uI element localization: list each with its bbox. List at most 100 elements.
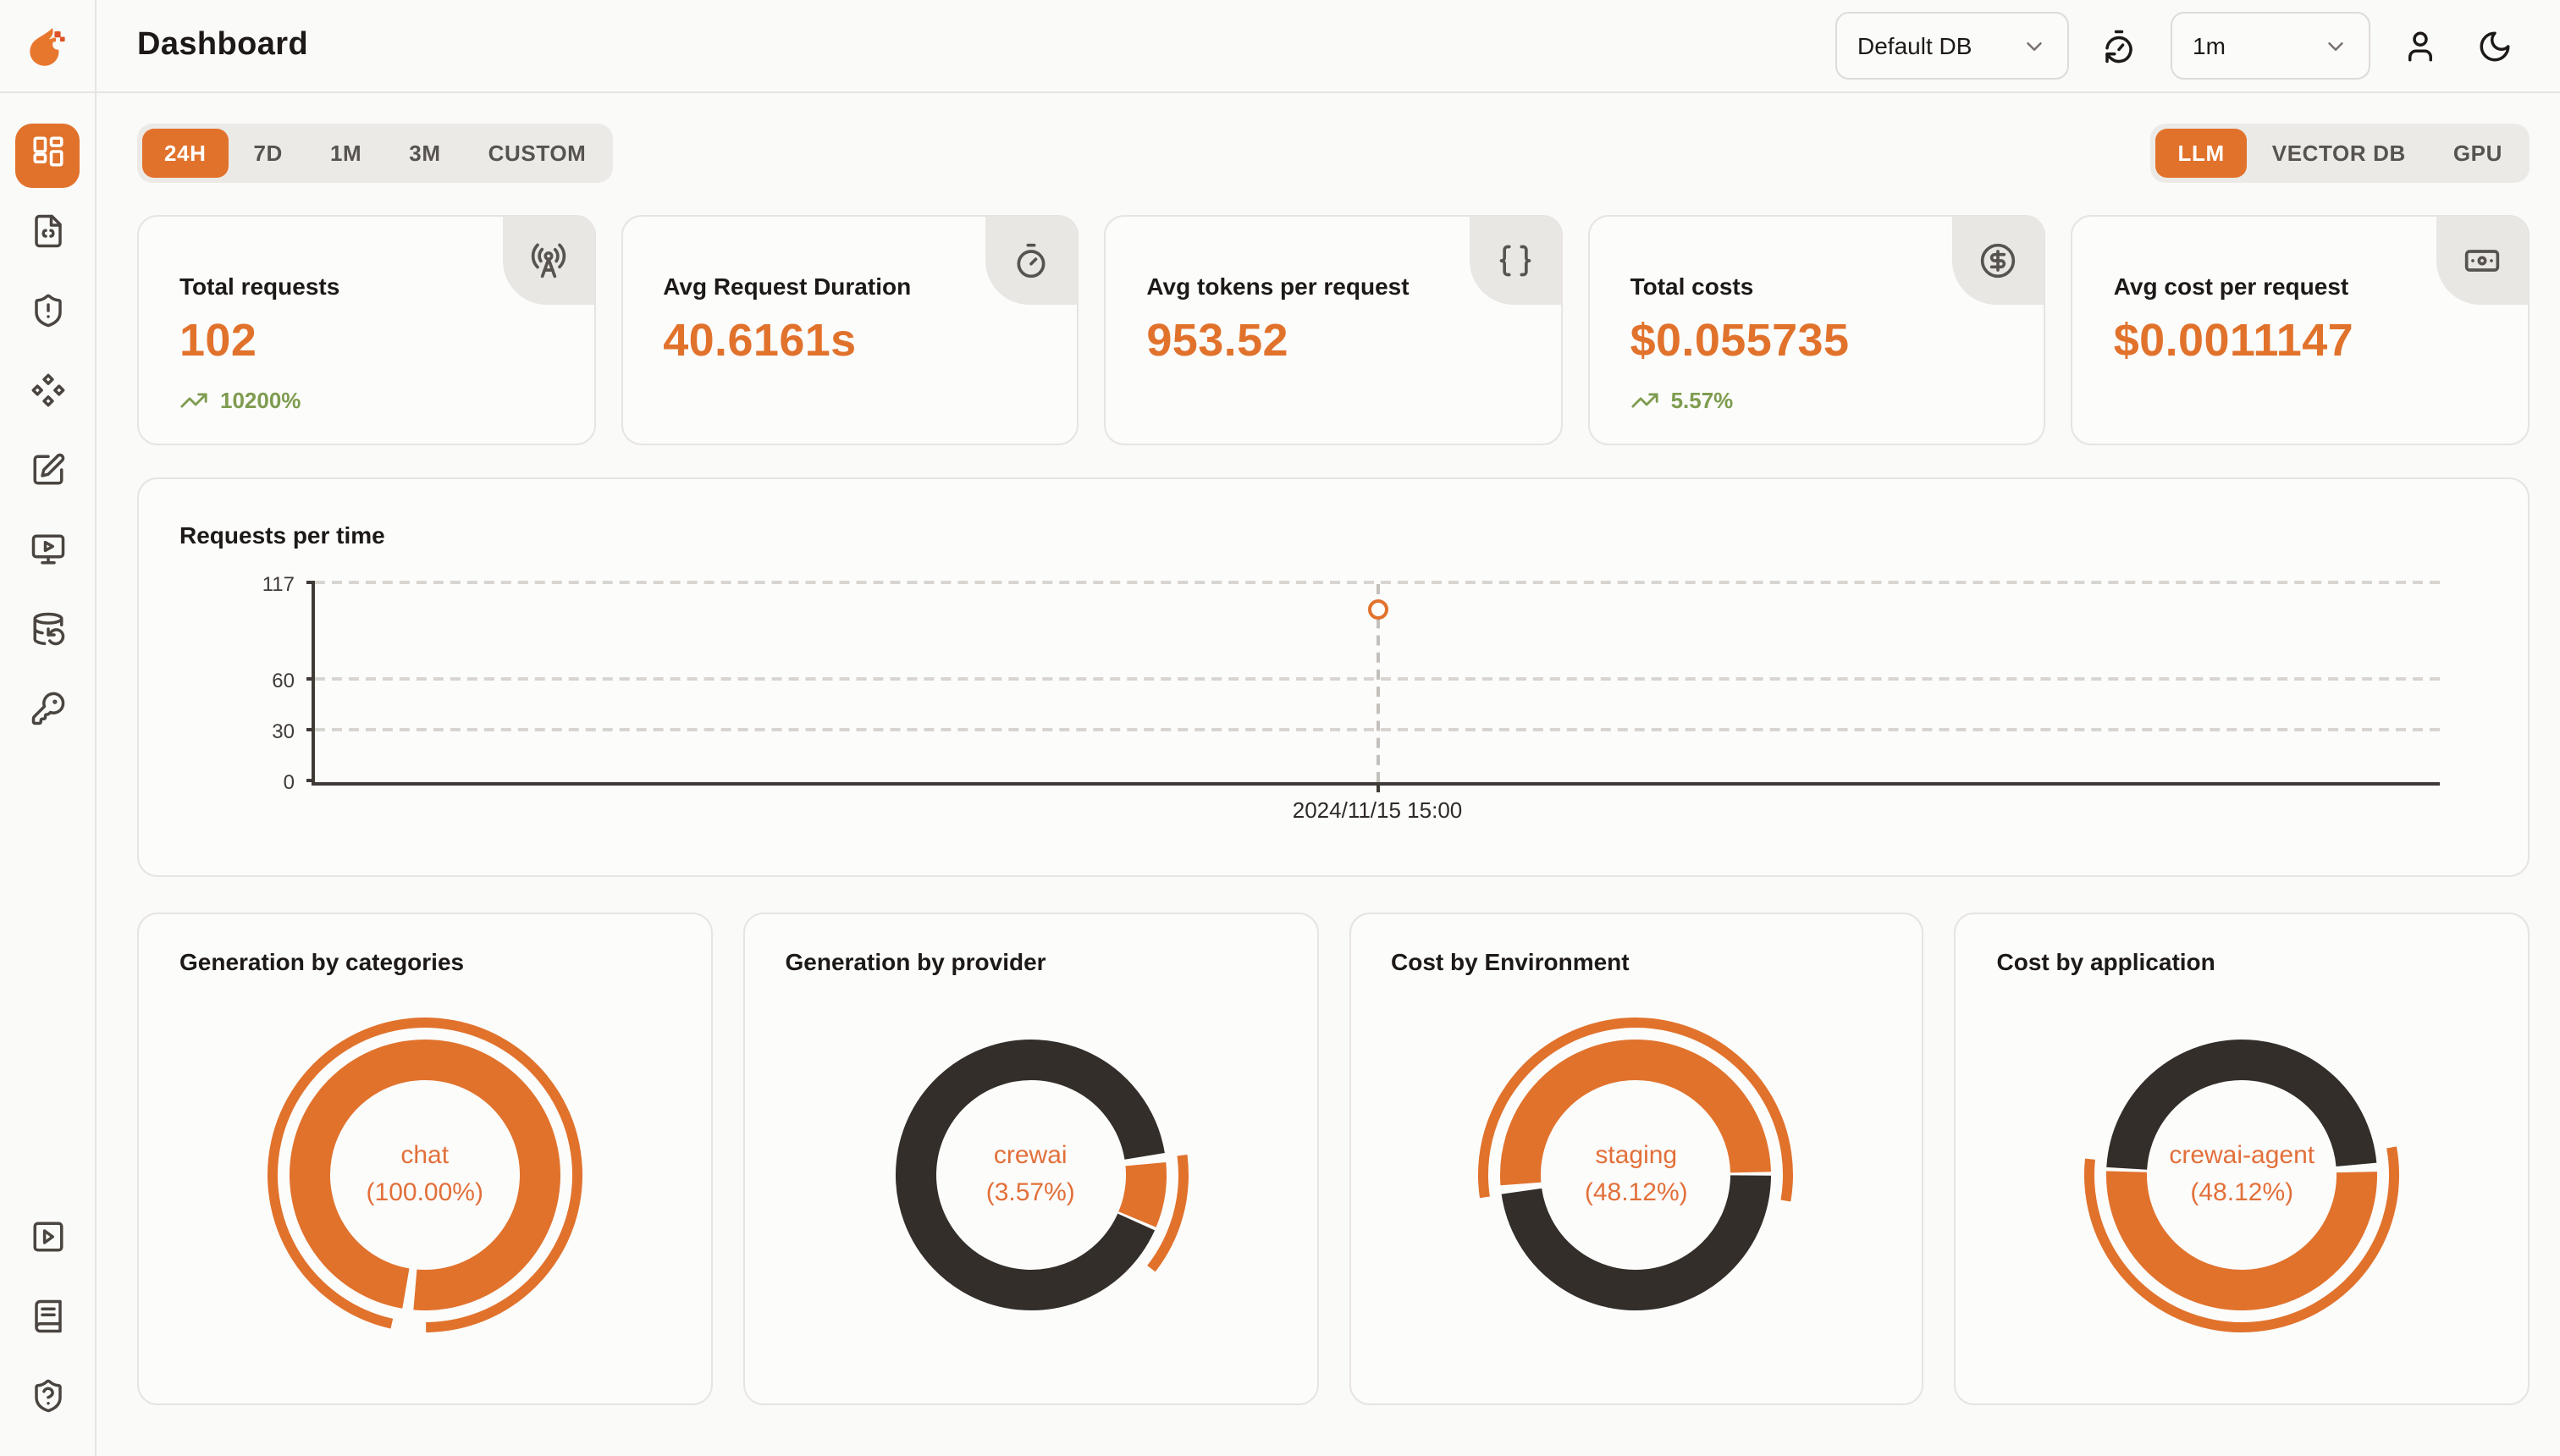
sidebar: [0, 93, 97, 1456]
tab-1m[interactable]: 1M: [308, 129, 383, 178]
main-content: 24H 7D 1M 3M CUSTOM LLM VECTOR DB GPU To…: [97, 93, 2560, 1456]
sidebar-item-documentation[interactable]: [15, 1288, 80, 1353]
stat-delta-value: 5.57%: [1671, 388, 1734, 413]
donut-svg: [2076, 1009, 2408, 1341]
tab-24h[interactable]: 24H: [142, 129, 229, 178]
x-axis-label: 2024/11/15 15:00: [1293, 797, 1463, 823]
donut-title: Cost by application: [1997, 948, 2488, 975]
user-icon[interactable]: [2394, 20, 2445, 71]
donut-svg: [259, 1009, 591, 1341]
stat-card-avg-tokens: Avg tokens per request 953.52: [1104, 215, 1562, 445]
stat-value: 102: [179, 315, 553, 367]
radio-tower-icon: [502, 217, 593, 305]
sidebar-item-exceptions[interactable]: [15, 283, 80, 347]
y-axis-tick-117: [306, 581, 315, 584]
database-select[interactable]: Default DB: [1835, 12, 2069, 80]
app-window: Dashboard Default DB 1m: [0, 0, 2560, 1456]
donut-chart-categories: chat (100.00%): [259, 1009, 591, 1341]
donut-title: Generation by categories: [179, 948, 670, 975]
y-axis-label-30: 30: [272, 720, 295, 743]
sidebar-item-demo-video[interactable]: [15, 1209, 80, 1273]
stat-label: Total costs: [1630, 273, 2004, 300]
page-title: Dashboard: [137, 27, 308, 64]
sidebar-item-dashboard[interactable]: [15, 124, 80, 188]
sidebar-item-support[interactable]: [15, 1368, 80, 1432]
donut-card-generation-by-categories: Generation by categories chat (100.00%): [137, 913, 713, 1405]
sidebar-item-data-history[interactable]: [15, 601, 80, 665]
stat-value: 953.52: [1146, 315, 1520, 367]
braces-icon: [1470, 217, 1561, 305]
stat-delta-value: 10200%: [220, 388, 301, 413]
trending-up-icon: [179, 386, 208, 415]
data-point: [1367, 599, 1388, 620]
tab-3m[interactable]: 3M: [387, 129, 462, 178]
database-backup-icon: [30, 611, 65, 655]
donut-card-cost-by-environment: Cost by Environment staging (48.12%): [1349, 913, 1924, 1405]
shield-question-icon: [30, 1378, 65, 1422]
sidebar-item-playground[interactable]: [15, 521, 80, 586]
donut-svg: [1470, 1009, 1802, 1341]
sidebar-item-requests[interactable]: [15, 203, 80, 267]
square-pen-icon: [30, 452, 65, 496]
tab-vector-db[interactable]: VECTOR DB: [2250, 129, 2428, 178]
trending-up-icon: [1630, 386, 1659, 415]
stats-row: Total requests 102 10200% Avg Request Du…: [137, 215, 2530, 445]
diamonds-icon: [30, 372, 65, 416]
moon-icon[interactable]: [2469, 20, 2519, 71]
refresh-interval-value: 1m: [2193, 32, 2226, 59]
donut-chart-application: crewai-agent (48.12%): [2076, 1009, 2408, 1341]
timer-reset-icon[interactable]: [2093, 20, 2143, 71]
sidebar-item-evaluations[interactable]: [15, 442, 80, 506]
stat-label: Total requests: [179, 273, 553, 300]
chart-title: Requests per time: [179, 521, 385, 549]
stat-card-total-costs: Total costs $0.055735 5.57%: [1588, 215, 2046, 445]
layout-dashboard-icon: [30, 134, 65, 178]
donut-svg: [864, 1009, 1196, 1341]
stat-card-avg-duration: Avg Request Duration 40.6161s: [621, 215, 1079, 445]
sidebar-item-api-keys[interactable]: [15, 681, 80, 745]
donut-title: Generation by provider: [786, 948, 1277, 975]
chevron-down-icon: [2022, 33, 2047, 58]
tab-7d[interactable]: 7D: [232, 129, 305, 178]
stat-delta: 10200%: [179, 386, 553, 415]
header-controls: Default DB 1m: [1835, 12, 2519, 80]
book-icon: [30, 1299, 65, 1343]
donut-row: Generation by categories chat (100.00%) …: [137, 913, 2530, 1405]
timer-icon: [985, 217, 1077, 305]
tab-custom[interactable]: CUSTOM: [466, 129, 609, 178]
donut-card-cost-by-application: Cost by application crewai-agent (48.12%…: [1955, 913, 2530, 1405]
monitor-play-icon: [30, 532, 65, 576]
donut-card-generation-by-provider: Generation by provider crewai (3.57%): [743, 913, 1319, 1405]
file-code-icon: [30, 213, 65, 257]
banknote-icon: [2436, 217, 2528, 305]
stat-card-avg-cost: Avg cost per request $0.0011147: [2072, 215, 2530, 445]
key-icon: [30, 691, 65, 735]
y-axis-tick-0: [306, 779, 315, 782]
stat-label: Avg cost per request: [2114, 273, 2487, 300]
tabs-row: 24H 7D 1M 3M CUSTOM LLM VECTOR DB GPU: [137, 124, 2530, 183]
y-axis-label-60: 60: [272, 669, 295, 692]
donut-chart-environment: staging (48.12%): [1470, 1009, 1802, 1341]
y-axis-label-117: 117: [262, 572, 295, 596]
tab-gpu[interactable]: GPU: [2431, 129, 2524, 178]
tab-llm[interactable]: LLM: [2156, 129, 2247, 178]
sidebar-nav-top: [15, 124, 80, 745]
stat-card-total-requests: Total requests 102 10200%: [137, 215, 595, 445]
y-axis-tick-30: [306, 728, 315, 731]
chevron-down-icon: [2323, 33, 2348, 58]
requests-plot: 117603002024/11/15 15:00: [312, 584, 2440, 786]
stat-delta: 5.57%: [1630, 386, 2004, 415]
logo-cell: [0, 0, 97, 93]
flame-logo-icon[interactable]: [25, 23, 70, 69]
sidebar-item-prompts[interactable]: [15, 362, 80, 427]
database-select-value: Default DB: [1857, 32, 1972, 59]
shield-alert-icon: [30, 293, 65, 337]
stat-label: Avg Request Duration: [663, 273, 1036, 300]
stat-value: $0.055735: [1630, 315, 2004, 367]
category-tab-bar: LLM VECTOR DB GPU: [2151, 124, 2530, 183]
stat-value: 40.6161s: [663, 315, 1036, 367]
requests-per-time-card: Requests per time 117603002024/11/15 15:…: [137, 477, 2530, 877]
refresh-interval-select[interactable]: 1m: [2171, 12, 2370, 80]
donut-chart-provider: crewai (3.57%): [864, 1009, 1196, 1341]
y-axis-label-0: 0: [284, 770, 295, 794]
